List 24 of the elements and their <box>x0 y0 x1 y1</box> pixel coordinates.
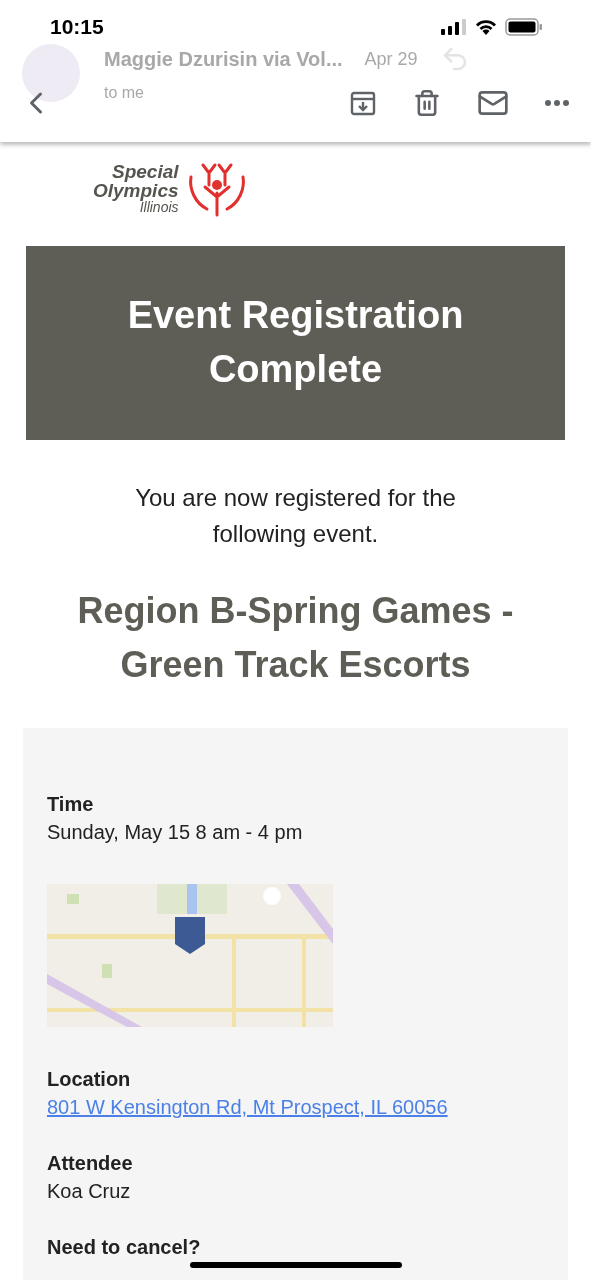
wifi-icon <box>475 19 497 35</box>
delete-button[interactable] <box>413 89 441 117</box>
detail-label: Attendee <box>47 1151 133 1176</box>
detail-label: Time <box>47 792 94 817</box>
banner-title: Event Registration Complete <box>126 293 465 392</box>
signal-icon <box>441 19 467 35</box>
battery-icon <box>505 18 543 36</box>
address-link[interactable]: 801 W Kensington Rd, Mt Prospect, IL 60056 <box>47 1093 448 1121</box>
detail-value: Koa Cruz <box>47 1179 131 1204</box>
more-button[interactable] <box>545 100 569 106</box>
archive-button[interactable] <box>349 89 377 117</box>
sender-name: Maggie Dzurisin via Vol... <box>104 47 343 71</box>
recipient-label: to me <box>104 84 145 102</box>
intro-text: You are now registered for the following event. <box>134 483 457 549</box>
status-time: 10:15 <box>50 15 104 39</box>
more-icon <box>545 100 569 106</box>
logo-text: Special <box>112 162 179 181</box>
archive-icon <box>349 89 377 117</box>
message-date: Apr 29 <box>364 48 418 70</box>
trash-icon <box>413 89 441 117</box>
detail-label: Location <box>47 1067 131 1092</box>
detail-label: Need to cancel? <box>47 1235 201 1260</box>
event-title: Region B-Spring Games - Green Track Escorts <box>76 589 515 687</box>
detail-value: Sunday, May 15 8 am - 4 pm <box>47 820 303 845</box>
